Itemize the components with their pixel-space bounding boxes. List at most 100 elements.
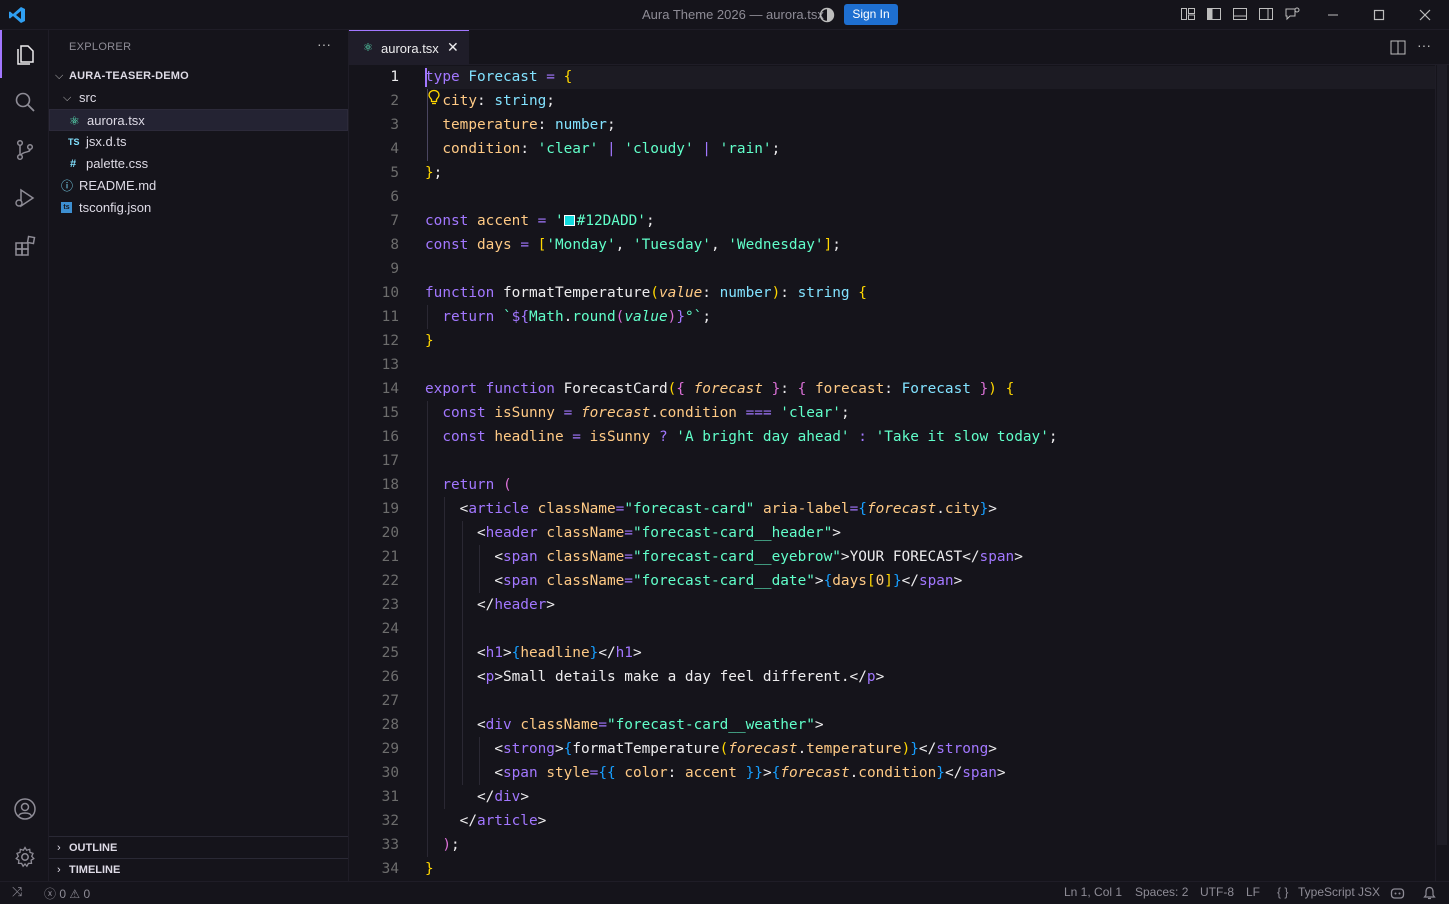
copilot-status-icon[interactable] xyxy=(1390,886,1405,900)
code-editor[interactable]: 1 2 3 4 5 6 7 8 9 10 11 12 13 14 15 16 17 18 19 20 21 22 23 24 2… xyxy=(349,65,1449,881)
code-token: } xyxy=(771,381,781,397)
maximize-button[interactable] xyxy=(1356,0,1402,30)
sign-in-button[interactable]: Sign In xyxy=(844,4,898,25)
activity-accounts[interactable] xyxy=(0,785,49,833)
remote-indicator-icon[interactable]: ⤨ xyxy=(12,884,22,900)
activity-settings[interactable] xyxy=(0,833,49,881)
activity-run-debug[interactable] xyxy=(0,174,49,222)
toggle-secondary-sidebar-icon[interactable] xyxy=(1258,6,1274,22)
code-line[interactable]: } xyxy=(425,857,434,881)
code-token: export xyxy=(425,381,477,397)
code-line[interactable]: }; xyxy=(425,161,442,185)
code-line[interactable]: <h1>{headline}</h1> xyxy=(425,641,642,665)
split-editor-icon[interactable] xyxy=(1390,40,1406,55)
customize-layout-icon[interactable] xyxy=(1180,6,1196,22)
tree-item-tsconfig-json[interactable]: ts tsconfig.json xyxy=(49,197,348,219)
tree-item-palette-css[interactable]: # palette.css xyxy=(49,153,348,175)
code-line[interactable]: } xyxy=(425,329,434,353)
tab-aurora-tsx[interactable]: ⚛ aurora.tsx ✕ xyxy=(349,30,469,65)
code-line[interactable]: condition: 'clear' | 'cloudy' | 'rain'; xyxy=(425,137,780,161)
code-line[interactable]: <div className="forecast-card__weather"> xyxy=(425,713,824,737)
code-token: ; xyxy=(840,405,850,421)
problems-indicator[interactable]: ⓧ 0 ⚠ 0 xyxy=(44,885,90,902)
code-token: 'A bright day ahead' xyxy=(676,429,850,445)
search-icon xyxy=(15,92,35,112)
code-line[interactable]: const isSunny = forecast.condition === '… xyxy=(425,401,850,425)
code-line[interactable]: <span style={{ color: accent }}>{forecas… xyxy=(425,761,1005,785)
code-line[interactable]: <strong>{formatTemperature(forecast.temp… xyxy=(425,737,997,761)
code-line[interactable]: return ( xyxy=(425,473,512,497)
code-line[interactable]: <span className="forecast-card__eyebrow"… xyxy=(425,545,1023,569)
indentation-indicator[interactable]: Spaces: 2 xyxy=(1135,885,1188,899)
toggle-primary-sidebar-icon[interactable] xyxy=(1206,6,1222,22)
line-number: 26 xyxy=(381,669,399,685)
code-line[interactable]: <article className="forecast-card" aria-… xyxy=(425,497,997,521)
warning-icon: ⚠ xyxy=(69,887,81,901)
tab-close-icon[interactable]: ✕ xyxy=(447,39,459,56)
chat-icon[interactable] xyxy=(1284,6,1300,22)
vscode-logo-icon[interactable] xyxy=(8,6,26,24)
code-token: | xyxy=(598,141,625,157)
encoding-indicator[interactable]: UTF-8 xyxy=(1200,885,1234,899)
code-line[interactable]: return `${Math.round(value)}°`; xyxy=(425,305,711,329)
lightbulb-icon[interactable] xyxy=(427,89,441,107)
code-line[interactable]: const headline = isSunny ? 'A bright day… xyxy=(425,425,1057,449)
scrollbar-thumb[interactable] xyxy=(1437,65,1447,845)
eol-indicator[interactable]: LF xyxy=(1246,885,1260,899)
code-line[interactable]: <span className="forecast-card__date">{d… xyxy=(425,569,962,593)
copilot-icon[interactable] xyxy=(819,7,835,23)
code-token: formatTemperature xyxy=(572,741,720,757)
tree-item-aurora-tsx[interactable]: ⚛ aurora.tsx xyxy=(49,109,348,131)
tree-item-jsx-d-ts[interactable]: TS jsx.d.ts xyxy=(49,131,348,153)
code-token: city xyxy=(442,93,477,109)
code-token: #12DADD' xyxy=(576,213,646,229)
outline-panel-header[interactable]: › OUTLINE xyxy=(49,836,348,858)
minimize-button[interactable] xyxy=(1310,0,1356,30)
activity-source-control[interactable] xyxy=(0,126,49,174)
notifications-bell-icon[interactable] xyxy=(1423,886,1436,900)
timeline-panel-header[interactable]: › TIMELINE xyxy=(49,858,348,880)
cursor-position[interactable]: Ln 1, Col 1 xyxy=(1064,885,1122,899)
code-token: </ xyxy=(944,765,963,781)
activity-search[interactable] xyxy=(0,78,49,126)
code-line[interactable]: </header> xyxy=(425,593,555,617)
source-control-icon xyxy=(16,139,33,161)
tree-item-src[interactable]: ⌵ src xyxy=(49,87,348,109)
code-line[interactable]: </div> xyxy=(425,785,529,809)
tree-root-folder[interactable]: ⌵ AURA-TEASER-DEMO xyxy=(49,65,348,87)
code-line[interactable]: const days = ['Monday', 'Tuesday', 'Wedn… xyxy=(425,233,841,257)
code-token: strong xyxy=(936,741,989,757)
tree-item-readme-md[interactable]: ⓘ README.md xyxy=(49,175,348,197)
code-line[interactable]: export function ForecastCard({ forecast … xyxy=(425,377,1014,401)
code-line[interactable]: type Forecast = { xyxy=(425,65,572,89)
code-token: "forecast-card" xyxy=(624,501,755,517)
code-token: ( xyxy=(502,477,512,493)
toggle-panel-icon[interactable] xyxy=(1232,6,1248,22)
language-mode[interactable]: TypeScript JSX xyxy=(1298,885,1380,899)
activity-extensions[interactable] xyxy=(0,222,49,270)
editor-more-actions-icon[interactable]: ··· xyxy=(1417,37,1431,53)
code-line[interactable]: function formatTemperature(value: number… xyxy=(425,281,867,305)
code-line[interactable]: city: string; xyxy=(425,89,555,113)
code-line[interactable]: </article> xyxy=(425,809,547,833)
code-token: { xyxy=(563,741,573,757)
close-window-button[interactable] xyxy=(1402,0,1448,30)
activity-explorer[interactable] xyxy=(0,30,49,78)
code-line[interactable]: temperature: number; xyxy=(425,113,615,137)
code-token: = xyxy=(537,69,564,85)
code-line[interactable]: ); xyxy=(425,833,459,857)
code-line[interactable]: const accent = ' #12DADD'; xyxy=(425,209,655,233)
color-swatch[interactable] xyxy=(563,215,575,226)
chevron-down-icon: ⌵ xyxy=(55,70,64,82)
sidebar-more-actions-icon[interactable]: ··· xyxy=(317,36,331,52)
code-line[interactable]: < p>Small details make a day feel differe… xyxy=(425,665,884,689)
code-line[interactable]: <header className="forecast-card__header… xyxy=(425,521,841,545)
